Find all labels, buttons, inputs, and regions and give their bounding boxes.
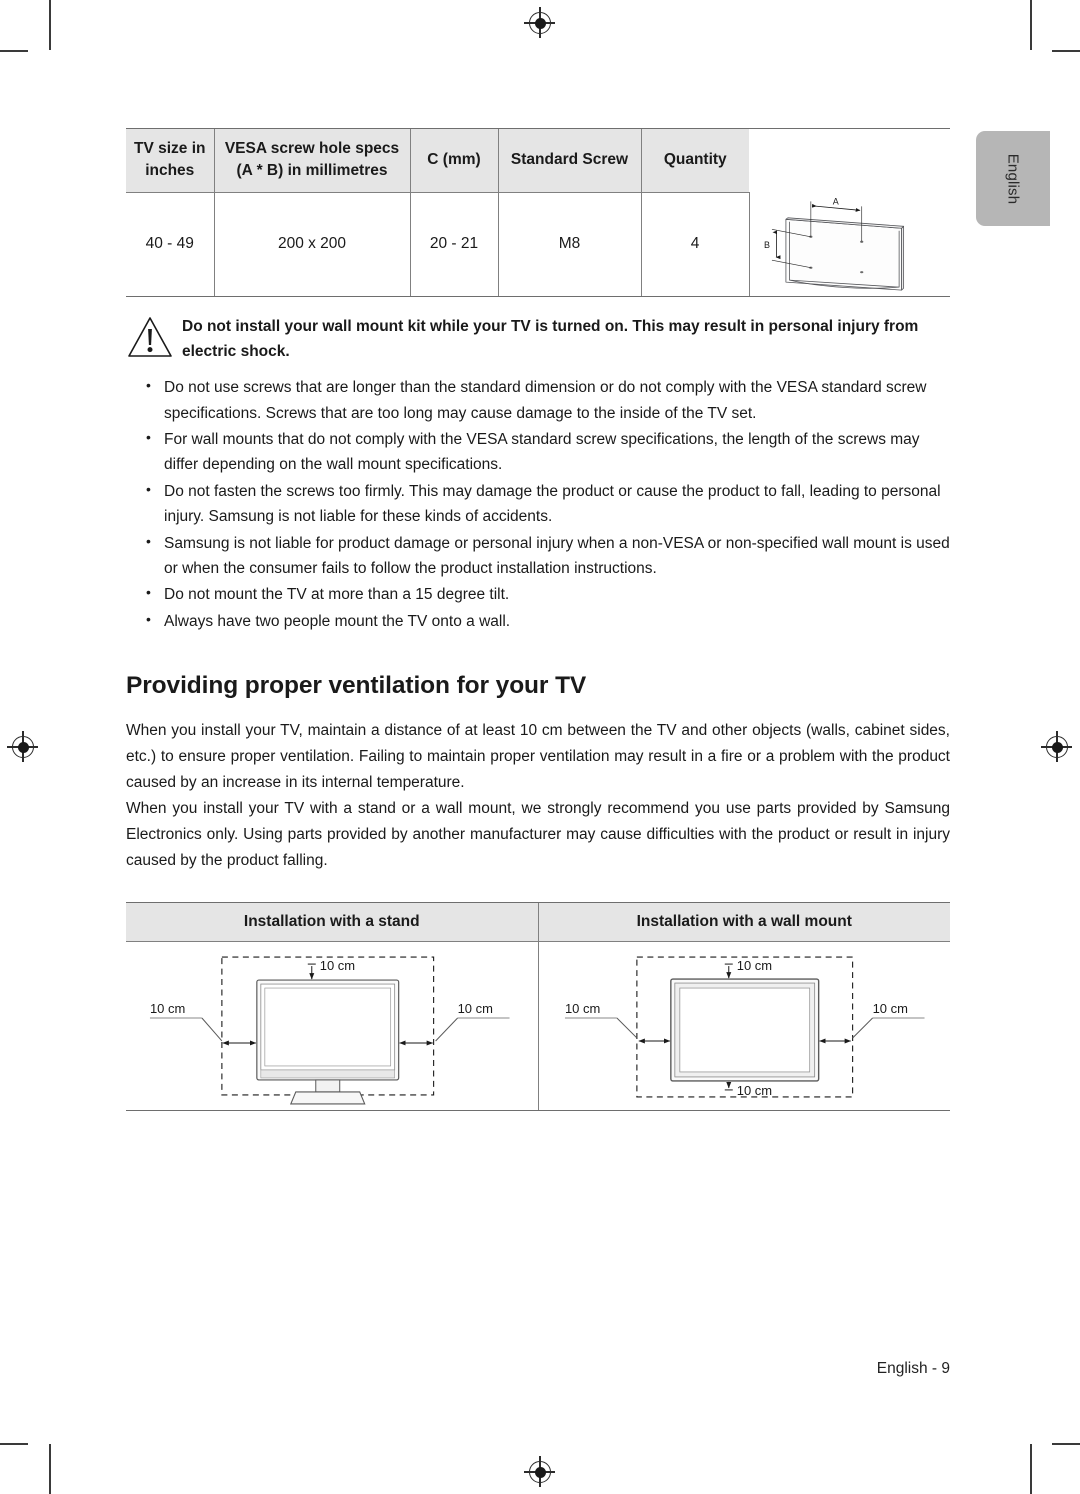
wall-bottom-clearance-label: 10 cm [736, 1083, 771, 1098]
col-header-figure [749, 128, 950, 193]
page-footer: English - 9 [126, 1360, 950, 1378]
stand-clearance-diagram: 10 cm 10 cm 10 cm [150, 956, 510, 1105]
list-item: Do not use screws that are longer than t… [142, 374, 950, 426]
col-header-standard-screw: Standard Screw [497, 128, 641, 193]
table-row: 40 - 49 200 x 200 20 - 21 M8 4 A B [126, 192, 950, 297]
col-header-c-mm: C (mm) [409, 128, 498, 193]
warning-block: Do not install your wall mount kit while… [126, 313, 950, 364]
page-content: TV size in inches VESA screw hole specs … [126, 0, 950, 1112]
col-header-installation-stand: Installation with a stand [126, 902, 538, 943]
crop-mark-top-right-horizontal [1052, 50, 1080, 52]
tv-rear-panel-diagram: A B [763, 197, 904, 291]
stand-top-clearance-label: 10 cm [320, 958, 355, 973]
page-number-label: English - 9 [876, 1360, 950, 1377]
col-header-tv-size: TV size in inches [126, 128, 214, 193]
vesa-spec-table: TV size in inches VESA screw hole specs … [126, 128, 950, 297]
stand-right-clearance-label: 10 cm [458, 1001, 493, 1016]
warning-text: Do not install your wall mount kit while… [182, 317, 919, 361]
wall-mount-clearance-diagram: 10 cm 10 cm 10 cm 10 cm [564, 956, 925, 1098]
crop-mark-bottom-right-vertical [1030, 1444, 1032, 1494]
cell-stand-diagram: 10 cm 10 cm 10 cm [126, 941, 538, 1112]
language-tab: English [976, 131, 1050, 226]
installation-clearance-table: Installation with a stand Installation w… [126, 902, 950, 1112]
language-tab-label: English [1004, 153, 1022, 204]
table-header-row: Installation with a stand Installation w… [126, 902, 950, 943]
section-heading: Providing proper ventilation for your TV [126, 672, 587, 700]
col-header-quantity: Quantity [640, 128, 749, 193]
stand-left-clearance-label: 10 cm [150, 1001, 185, 1016]
registration-mark-right [1041, 731, 1072, 762]
crop-mark-bottom-left-horizontal [0, 1443, 28, 1445]
wall-left-clearance-label: 10 cm [564, 1001, 599, 1016]
dimension-label-b: B [763, 241, 769, 251]
cell-tv-size: 40 - 49 [126, 192, 214, 297]
crop-mark-top-left-horizontal [0, 50, 28, 52]
table-row: 10 cm 10 cm 10 cm 10 cm 10 cm 10 cm 10 c… [126, 941, 950, 1112]
registration-mark-bottom [524, 1456, 555, 1487]
list-item: Do not mount the TV at more than a 15 de… [142, 581, 950, 607]
col-header-vesa-specs: VESA screw hole specs (A * B) in millime… [213, 128, 410, 193]
crop-mark-top-left-vertical [49, 0, 51, 50]
warning-triangle-icon [126, 313, 182, 364]
cell-quantity: 4 [640, 192, 749, 297]
cell-vesa: 200 x 200 [213, 192, 410, 297]
crop-mark-top-right-vertical [1030, 0, 1032, 50]
cell-tv-rear-figure: A B [748, 192, 950, 297]
section-paragraph-2: When you install your TV with a stand or… [126, 800, 950, 870]
safety-bullet-list: Do not use screws that are longer than t… [126, 374, 950, 634]
table-header-row: TV size in inches VESA screw hole specs … [126, 128, 950, 193]
crop-mark-bottom-right-horizontal [1052, 1443, 1080, 1445]
cell-wall-mount-diagram: 10 cm 10 cm 10 cm 10 cm [537, 941, 950, 1112]
wall-right-clearance-label: 10 cm [872, 1001, 907, 1016]
cell-standard-screw: M8 [497, 192, 641, 297]
list-item: Do not fasten the screws too firmly. Thi… [142, 478, 950, 530]
list-item: Samsung is not liable for product damage… [142, 530, 950, 582]
wall-top-clearance-label: 10 cm [736, 958, 771, 973]
section-paragraph-1: When you install your TV, maintain a dis… [126, 722, 950, 792]
registration-mark-left [7, 731, 38, 762]
list-item: Always have two people mount the TV onto… [142, 608, 950, 634]
crop-mark-bottom-left-vertical [49, 1444, 51, 1494]
col-header-installation-wall-mount: Installation with a wall mount [537, 902, 950, 943]
cell-c-mm: 20 - 21 [409, 192, 498, 297]
dimension-label-a: A [832, 197, 838, 207]
list-item: For wall mounts that do not comply with … [142, 426, 950, 478]
